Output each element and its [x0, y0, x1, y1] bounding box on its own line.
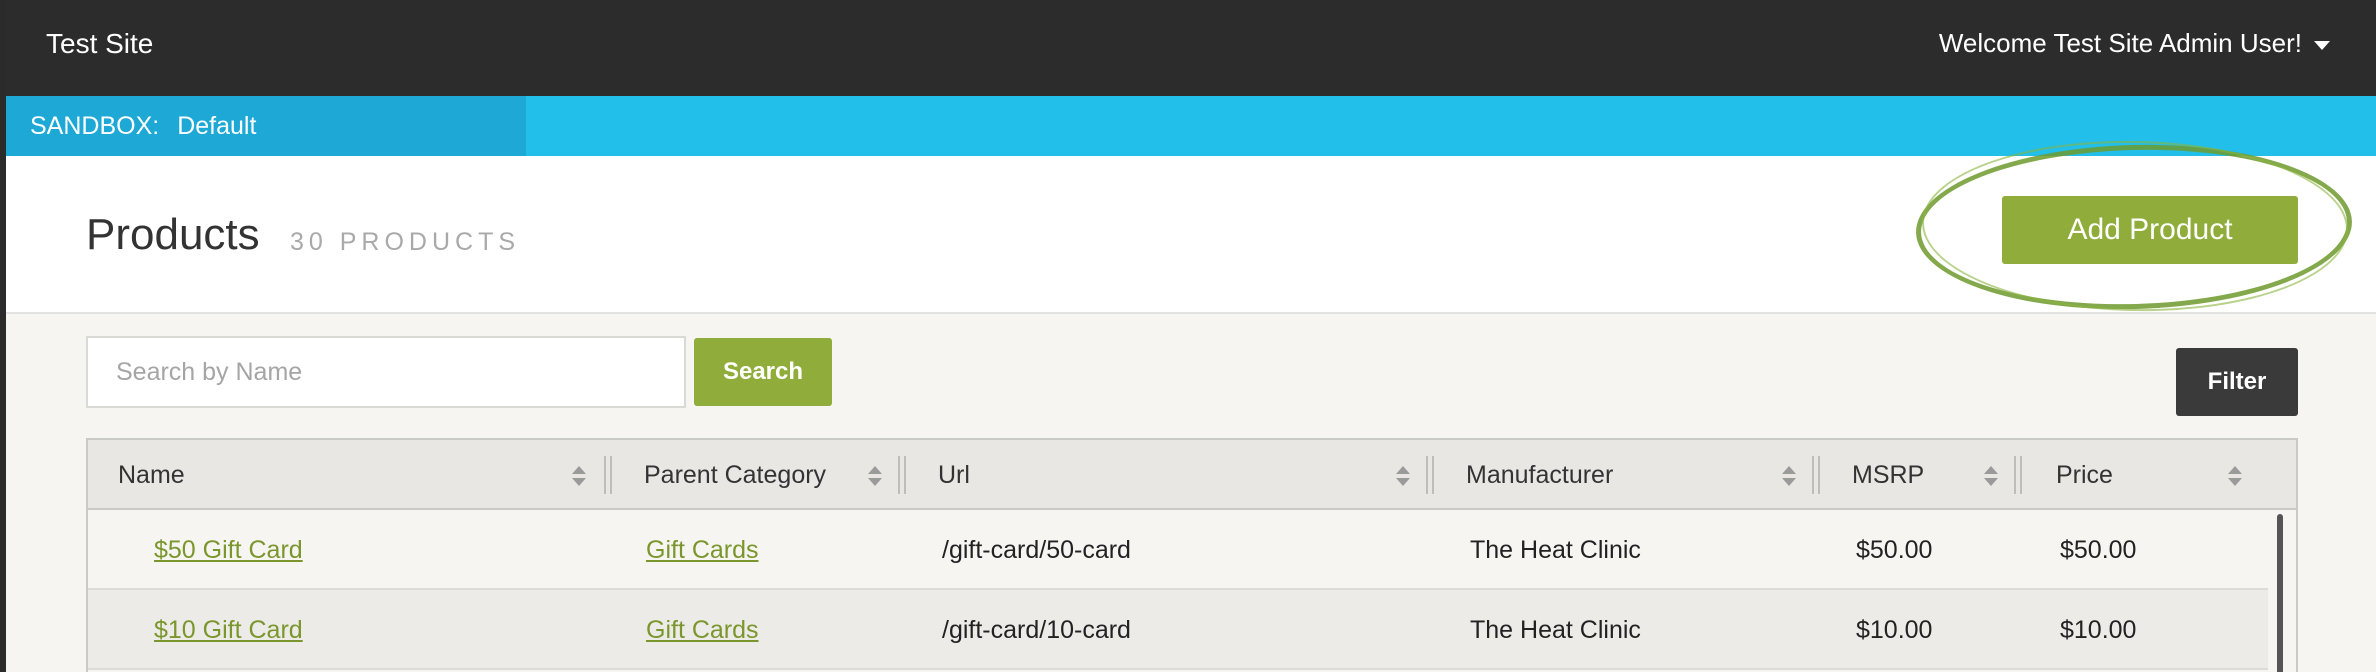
user-menu[interactable]: Welcome Test Site Admin User!	[1939, 28, 2330, 59]
page-header: Products 30 PRODUCTS Add Product	[0, 156, 2376, 314]
parent-category-link[interactable]: Gift Cards	[646, 510, 759, 590]
msrp-cell: $50.00	[1856, 535, 1933, 564]
add-product-button[interactable]: Add Product	[2002, 196, 2298, 264]
manufacturer-cell: The Heat Clinic	[1470, 615, 1641, 644]
product-count: 30 PRODUCTS	[290, 228, 521, 256]
column-resizer[interactable]	[604, 456, 612, 494]
column-resizer[interactable]	[1812, 456, 1820, 494]
column-header-price[interactable]: Price	[2056, 440, 2113, 510]
sort-arrows-icon[interactable]	[1984, 466, 1998, 486]
sandbox-selector[interactable]: SANDBOX: Default	[0, 96, 526, 156]
table-row[interactable]: $50 Gift Card Gift Cards /gift-card/50-c…	[88, 510, 2268, 590]
search-input[interactable]	[86, 336, 686, 408]
scrollbar-track[interactable]	[2272, 510, 2296, 672]
site-title[interactable]: Test Site	[46, 28, 153, 60]
column-header-manufacturer[interactable]: Manufacturer	[1466, 440, 1613, 510]
top-navigation-bar: Test Site Welcome Test Site Admin User!	[0, 0, 2376, 96]
caret-down-icon	[2314, 41, 2330, 50]
window-left-edge	[0, 0, 6, 672]
msrp-cell: $10.00	[1856, 615, 1933, 644]
column-resizer[interactable]	[1426, 456, 1434, 494]
filter-button[interactable]: Filter	[2176, 348, 2298, 416]
sort-arrows-icon[interactable]	[1782, 466, 1796, 486]
table-header: Name Parent Category Url Manufacturer MS…	[88, 440, 2296, 510]
url-cell: /gift-card/50-card	[942, 535, 1131, 564]
column-header-url[interactable]: Url	[938, 440, 970, 510]
table-row[interactable]: $10 Gift Card Gift Cards /gift-card/10-c…	[88, 590, 2268, 670]
scrollbar-thumb[interactable]	[2277, 514, 2283, 672]
main-content: Search Filter Name Parent Category Url M…	[0, 314, 2376, 672]
sort-arrows-icon[interactable]	[868, 466, 882, 486]
products-table: Name Parent Category Url Manufacturer MS…	[86, 438, 2298, 672]
welcome-text: Welcome Test Site Admin User!	[1938, 28, 2302, 58]
column-header-parent-category[interactable]: Parent Category	[644, 440, 826, 510]
parent-category-link[interactable]: Gift Cards	[646, 590, 759, 670]
sort-arrows-icon[interactable]	[572, 466, 586, 486]
column-header-msrp[interactable]: MSRP	[1852, 440, 1924, 510]
url-cell: /gift-card/10-card	[942, 615, 1131, 644]
sandbox-label: SANDBOX:	[30, 111, 160, 140]
sort-arrows-icon[interactable]	[2228, 466, 2242, 486]
column-resizer[interactable]	[898, 456, 906, 494]
sort-arrows-icon[interactable]	[1396, 466, 1410, 486]
sandbox-value: Default	[177, 111, 257, 140]
price-cell: $10.00	[2060, 615, 2137, 644]
column-resizer[interactable]	[2014, 456, 2022, 494]
product-name-link[interactable]: $10 Gift Card	[154, 590, 303, 670]
manufacturer-cell: The Heat Clinic	[1470, 535, 1641, 564]
price-cell: $50.00	[2060, 535, 2137, 564]
sandbox-bar: SANDBOX: Default	[0, 96, 2376, 156]
search-button[interactable]: Search	[694, 338, 832, 406]
product-name-link[interactable]: $50 Gift Card	[154, 510, 303, 590]
column-header-name[interactable]: Name	[118, 440, 185, 510]
page-title: Products	[86, 210, 260, 259]
